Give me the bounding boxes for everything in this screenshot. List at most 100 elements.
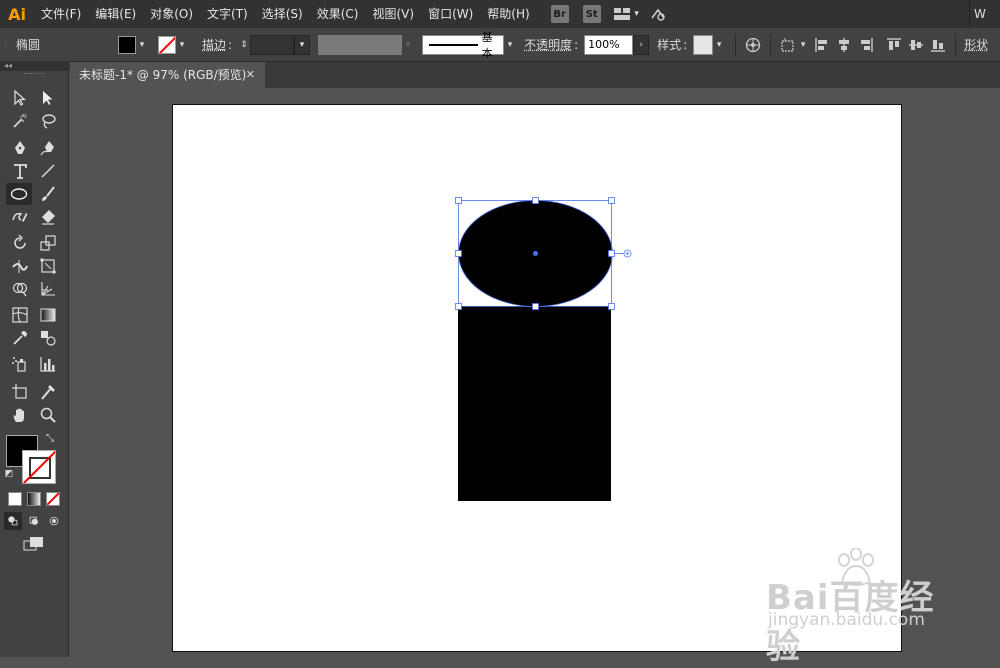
align-to-dropdown-icon[interactable]: ▾ — [797, 36, 809, 54]
watermark-url: jingyan.baidu.com — [768, 610, 925, 630]
draw-behind-icon[interactable] — [25, 512, 43, 530]
swap-fill-stroke-icon[interactable]: ⤡ — [42, 431, 58, 445]
zoom-tool-icon[interactable] — [36, 404, 60, 426]
blend-tool-icon[interactable] — [36, 327, 60, 349]
shape-builder-tool-icon[interactable] — [8, 278, 32, 300]
menu-window[interactable]: 窗口(W) — [421, 0, 480, 28]
scale-tool-icon[interactable] — [36, 232, 60, 254]
graphic-style-swatch[interactable] — [693, 34, 714, 55]
style-label: 样式 — [657, 38, 682, 52]
color-mode-button[interactable] — [8, 492, 22, 506]
document-tab[interactable]: 未标题-1* @ 97% (RGB/预览) ✕ — [70, 62, 265, 88]
stroke-color-swatch[interactable] — [158, 35, 176, 54]
selected-shape-name: 椭圆 — [16, 38, 41, 52]
opacity-input[interactable]: 100% — [584, 34, 634, 55]
bridge-button[interactable]: Br — [550, 5, 569, 23]
direct-selection-tool-icon[interactable] — [36, 87, 60, 109]
opacity-dropdown-icon[interactable]: › — [633, 34, 650, 55]
variable-width-profile[interactable] — [318, 34, 403, 55]
menu-view[interactable]: 视图(V) — [365, 0, 421, 28]
type-tool-icon[interactable] — [8, 160, 32, 182]
menu-effect[interactable]: 效果(C) — [310, 0, 366, 28]
align-to-selection-icon[interactable] — [779, 36, 797, 54]
brush-definition-label: 基本 — [481, 30, 493, 60]
paintbrush-tool-icon[interactable] — [36, 183, 60, 205]
none-mode-button[interactable] — [46, 492, 60, 506]
black-rectangle[interactable] — [458, 306, 611, 501]
stroke-color-box[interactable] — [22, 450, 56, 484]
ellipse-tool-icon[interactable] — [6, 183, 32, 205]
stroke-label[interactable]: 描边 — [202, 36, 226, 53]
align-right-icon[interactable] — [857, 36, 875, 54]
tools-panel: ◂◂ ⤡ ◩ — [0, 61, 72, 657]
align-vertical-center-icon[interactable] — [907, 36, 925, 54]
rotate-tool-icon[interactable] — [8, 232, 32, 254]
graphic-style-dropdown-icon[interactable]: ▾ — [713, 36, 725, 54]
align-horizontal-center-icon[interactable] — [835, 36, 853, 54]
menu-object[interactable]: 对象(O) — [143, 0, 200, 28]
arrange-documents-dropdown-icon[interactable]: ▾ — [631, 5, 643, 23]
menu-file[interactable]: 文件(F) — [34, 0, 88, 28]
magic-wand-tool-icon[interactable] — [8, 110, 32, 132]
arrange-documents-icon[interactable] — [613, 5, 631, 23]
menu-bar: Ai 文件(F) 编辑(E) 对象(O) 文字(T) 选择(S) 效果(C) 视… — [0, 0, 1000, 28]
handle-top-center[interactable] — [532, 197, 539, 204]
default-fill-stroke-icon[interactable]: ◩ — [2, 467, 16, 481]
handle-bottom-left[interactable] — [455, 303, 462, 310]
menu-select[interactable]: 选择(S) — [255, 0, 310, 28]
handle-top-left[interactable] — [455, 197, 462, 204]
perspective-grid-tool-icon[interactable] — [36, 278, 60, 300]
recolor-artwork-icon[interactable] — [744, 36, 762, 54]
handle-middle-left[interactable] — [455, 250, 462, 257]
handle-bottom-right[interactable] — [608, 303, 615, 310]
shape-properties-link[interactable]: 形状 — [964, 36, 988, 53]
stock-button[interactable]: St — [582, 5, 601, 23]
align-top-icon[interactable] — [885, 36, 903, 54]
selected-ellipse-group[interactable] — [440, 190, 640, 315]
gradient-tool-icon[interactable] — [36, 304, 60, 326]
line-segment-tool-icon[interactable] — [36, 160, 60, 182]
symbol-sprayer-tool-icon[interactable] — [8, 353, 32, 375]
change-screen-mode-icon[interactable] — [22, 535, 46, 553]
menu-type[interactable]: 文字(T) — [200, 0, 255, 28]
stroke-weight-stepper-icon[interactable]: ⇕ — [238, 36, 250, 54]
workspace-switcher[interactable]: W — [969, 0, 1000, 28]
menu-edit[interactable]: 编辑(E) — [88, 0, 143, 28]
align-bottom-icon[interactable] — [929, 36, 947, 54]
shaper-tool-icon[interactable] — [8, 206, 32, 228]
eyedropper-tool-icon[interactable] — [8, 327, 32, 349]
draw-normal-icon[interactable] — [4, 512, 22, 530]
gpu-performance-icon[interactable] — [649, 5, 667, 23]
fill-color-swatch[interactable] — [118, 35, 136, 54]
free-transform-tool-icon[interactable] — [36, 255, 60, 277]
pen-tool-icon[interactable] — [8, 137, 32, 159]
align-left-icon[interactable] — [813, 36, 831, 54]
lasso-tool-icon[interactable] — [36, 110, 60, 132]
variable-width-dropdown-icon[interactable]: ▾ — [402, 36, 414, 54]
opacity-label[interactable]: 不透明度 — [524, 36, 572, 53]
document-tab-title: 未标题-1* @ 97% (RGB/预览) — [79, 68, 247, 82]
draw-inside-icon[interactable] — [45, 512, 63, 530]
brush-definition[interactable]: 基本 — [422, 31, 505, 60]
handle-bottom-center[interactable] — [532, 303, 539, 310]
fill-dropdown-icon[interactable]: ▾ — [136, 36, 148, 54]
mesh-tool-icon[interactable] — [8, 304, 32, 326]
close-tab-icon[interactable]: ✕ — [246, 62, 255, 88]
stroke-dropdown-icon[interactable]: ▾ — [176, 36, 188, 54]
gradient-mode-button[interactable] — [27, 492, 41, 506]
handle-top-right[interactable] — [608, 197, 615, 204]
artboard-tool-icon[interactable] — [8, 381, 32, 403]
eraser-tool-icon[interactable] — [36, 206, 60, 228]
curvature-tool-icon[interactable] — [36, 137, 60, 159]
width-tool-icon[interactable] — [8, 255, 32, 277]
hand-tool-icon[interactable] — [8, 404, 32, 426]
tools-panel-collapse-icon[interactable]: ◂◂ — [0, 61, 72, 71]
stroke-weight-dropdown-icon[interactable]: ▾ — [294, 34, 311, 55]
selection-tool-icon[interactable] — [8, 87, 32, 109]
stroke-weight-input[interactable] — [250, 34, 295, 55]
brush-dropdown-icon[interactable]: ▾ — [504, 36, 516, 54]
handle-middle-right[interactable] — [608, 250, 615, 257]
slice-tool-icon[interactable] — [36, 381, 60, 403]
column-graph-tool-icon[interactable] — [36, 353, 60, 375]
menu-help[interactable]: 帮助(H) — [480, 0, 536, 28]
